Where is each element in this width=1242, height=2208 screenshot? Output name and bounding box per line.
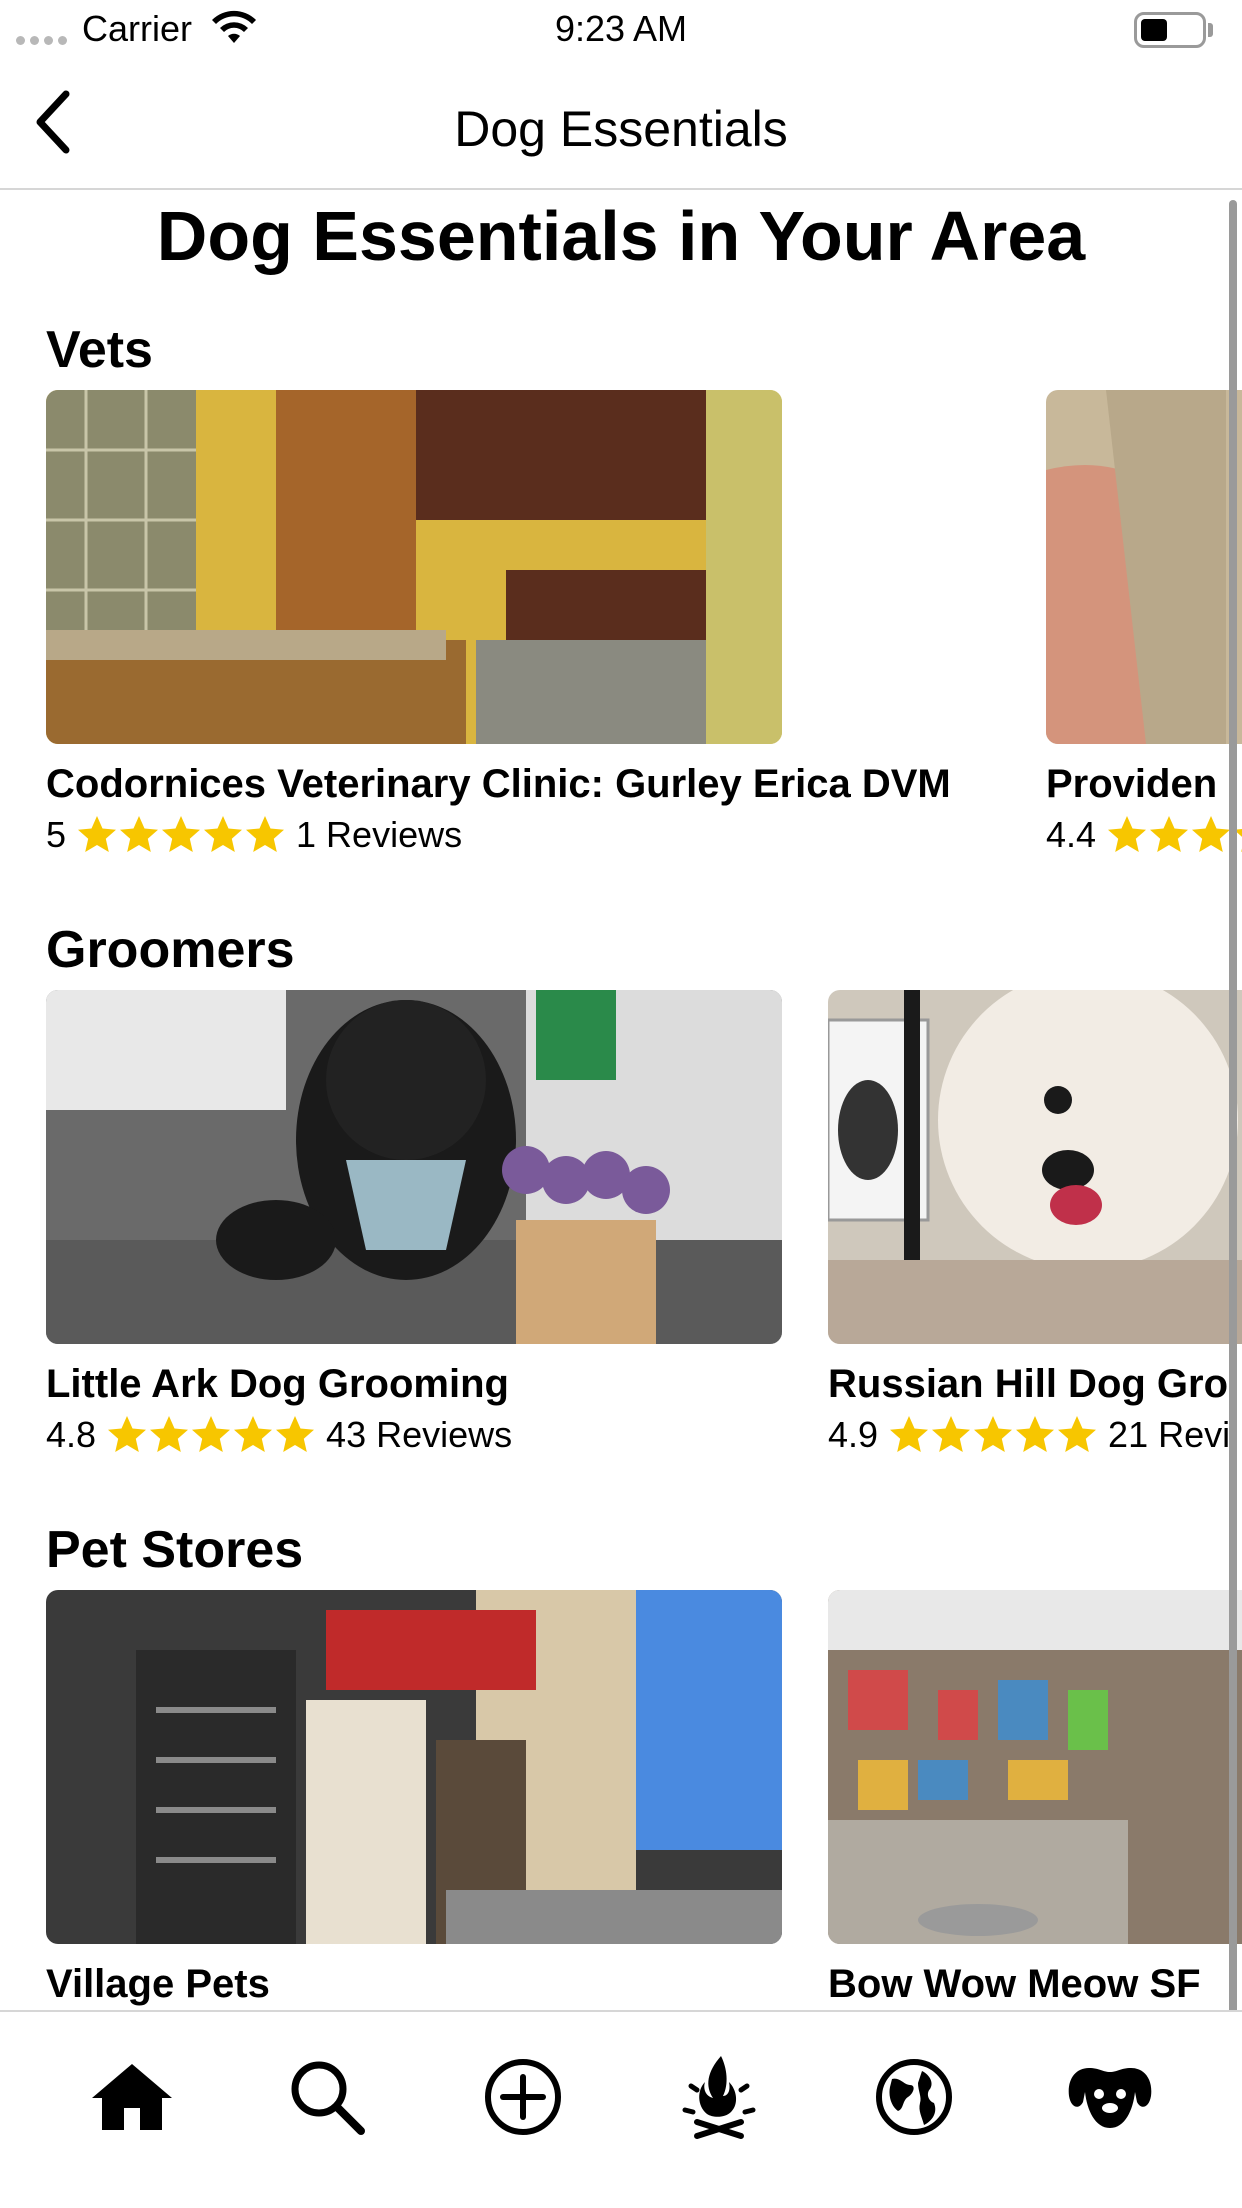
place-photo xyxy=(1046,390,1242,744)
star-icon xyxy=(1016,1416,1055,1452)
tab-profile[interactable] xyxy=(1055,2042,1165,2152)
section-title: Groomers xyxy=(46,921,295,979)
star-rating xyxy=(106,1414,316,1456)
globe-icon xyxy=(876,2059,953,2135)
dog-face-icon xyxy=(1068,2068,1152,2128)
star-icon xyxy=(120,816,159,852)
tab-search[interactable] xyxy=(272,2042,382,2152)
tab-bar xyxy=(0,2010,1242,2208)
scroll-indicator[interactable] xyxy=(1229,200,1237,2020)
place-name: Russian Hill Dog Gro xyxy=(828,1362,1229,1406)
place-photo xyxy=(828,1590,1242,1944)
rating-value: 4.9 xyxy=(828,1414,879,1455)
review-count: 21 Revi xyxy=(1108,1414,1231,1455)
star-icon xyxy=(204,816,243,852)
rating-value: 4.4 xyxy=(1046,814,1097,855)
star-icon xyxy=(246,816,285,852)
battery-nub xyxy=(1208,23,1213,37)
place-name: Little Ark Dog Grooming xyxy=(46,1362,509,1406)
rating-row: 4.9 21 Revi xyxy=(828,1414,1230,1456)
place-name: Codornices Veterinary Clinic: Gurley Eri… xyxy=(46,762,951,806)
card-carousel[interactable]: Village Pets Bow Wow Meow SF xyxy=(0,1590,1242,2032)
card-carousel[interactable]: Little Ark Dog Grooming 4.8 43 Reviews R… xyxy=(0,990,1242,1490)
star-rating xyxy=(1106,814,1242,856)
place-photo xyxy=(46,390,782,744)
star-icon xyxy=(932,1416,971,1452)
rating-value: 5 xyxy=(46,814,67,855)
place-name: Bow Wow Meow SF xyxy=(828,1962,1201,2006)
add-circle-icon xyxy=(485,2059,562,2135)
star-icon xyxy=(78,816,117,852)
star-icon xyxy=(192,1416,231,1452)
section-title: Vets xyxy=(46,321,153,379)
search-icon xyxy=(291,2061,366,2135)
star-icon xyxy=(234,1416,273,1452)
star-icon xyxy=(890,1416,929,1452)
review-count: 43 Reviews xyxy=(326,1414,513,1455)
tab-add[interactable] xyxy=(468,2042,578,2152)
nav-title: Dog Essentials xyxy=(454,101,788,157)
star-rating xyxy=(76,814,286,856)
rating-row: 4.8 43 Reviews xyxy=(46,1414,512,1456)
rating-row: 4.4 xyxy=(1046,814,1242,856)
card-carousel[interactable]: Codornices Veterinary Clinic: Gurley Eri… xyxy=(0,390,1242,890)
star-icon xyxy=(1058,1416,1097,1452)
scroll-content[interactable]: Dog Essentials in Your Area Vets Codorni… xyxy=(0,192,1242,2032)
tab-campfire[interactable] xyxy=(664,2042,774,2152)
place-name: Village Pets xyxy=(46,1962,270,2006)
star-icon xyxy=(108,1416,147,1452)
place-photo xyxy=(828,990,1242,1344)
star-rating xyxy=(888,1414,1098,1456)
section-title: Pet Stores xyxy=(46,1521,304,1579)
tab-home[interactable] xyxy=(77,2042,187,2152)
star-icon xyxy=(150,1416,189,1452)
tab-explore[interactable] xyxy=(859,2042,969,2152)
rating-value: 4.8 xyxy=(46,1414,97,1455)
star-icon xyxy=(1150,816,1189,852)
place-photo xyxy=(46,1590,782,1944)
star-icon xyxy=(974,1416,1013,1452)
star-icon xyxy=(276,1416,315,1452)
place-name: Providen xyxy=(1046,762,1218,806)
star-icon xyxy=(1192,816,1231,852)
star-icon xyxy=(1108,816,1147,852)
battery-icon xyxy=(1134,12,1206,48)
review-count: 1 Reviews xyxy=(296,814,463,855)
navigation-bar: Dog Essentials xyxy=(0,60,1242,190)
page-title: Dog Essentials in Your Area xyxy=(156,197,1086,275)
star-icon xyxy=(162,816,201,852)
rating-row: 5 1 Reviews xyxy=(46,814,462,856)
status-bar: Carrier 9:23 AM xyxy=(0,0,1242,60)
place-photo xyxy=(46,990,782,1344)
campfire-icon xyxy=(682,2056,756,2139)
home-icon xyxy=(91,2064,172,2130)
status-time: 9:23 AM xyxy=(554,8,688,49)
